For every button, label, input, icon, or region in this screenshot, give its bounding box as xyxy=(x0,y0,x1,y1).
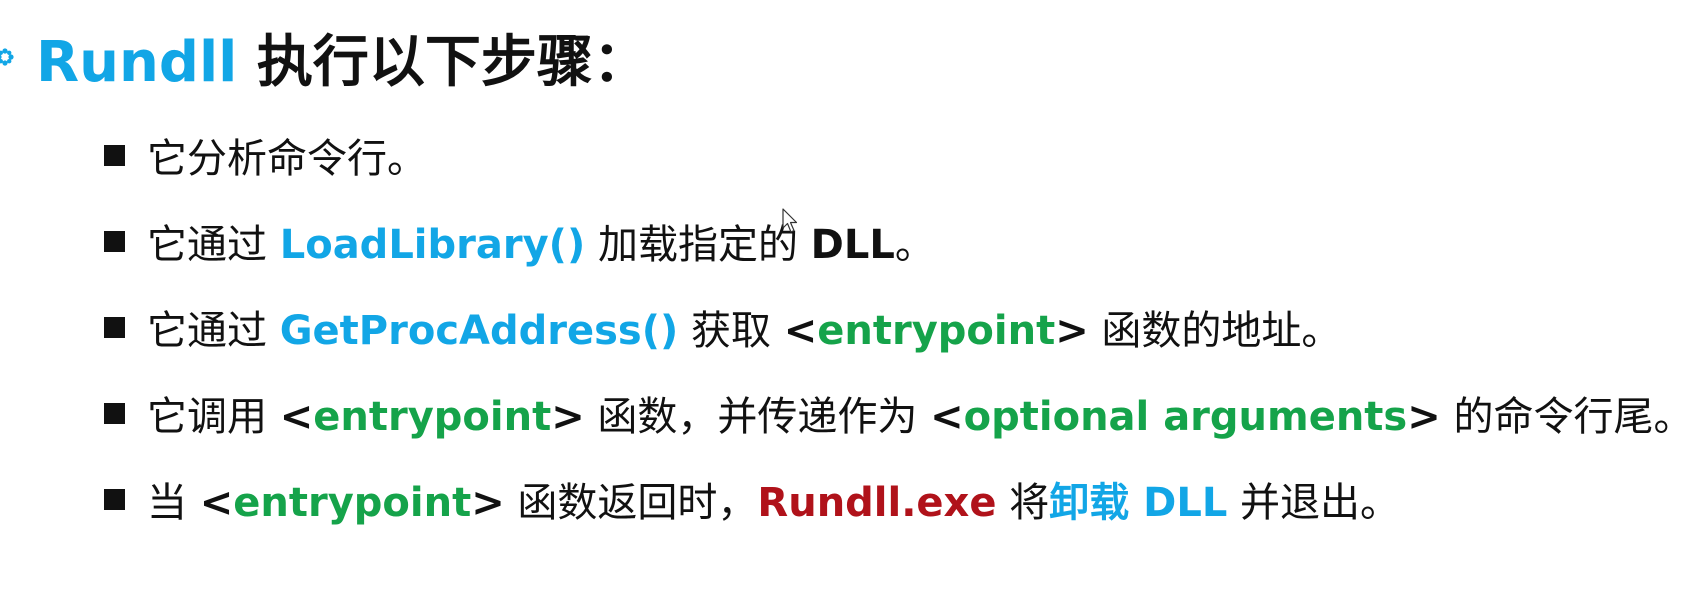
square-bullet-icon xyxy=(104,316,125,338)
step-text: 它通过 GetProcAddress() 获取 <entrypoint> 函数的… xyxy=(147,298,1341,356)
mouse-pointer-icon xyxy=(782,208,798,233)
step-text-segment: 将 xyxy=(996,480,1050,526)
step-text-segment: 加载指定的 xyxy=(585,222,811,268)
slide: Rundll 执行以下步骤： 它分析命令行。它通过 LoadLibrary() … xyxy=(0,0,1690,608)
step-list: 它分析命令行。 它通过 LoadLibrary() 加载指定的 DLL。 它通过 G… xyxy=(104,112,1690,542)
step-text-segment: < xyxy=(930,394,964,440)
step-text-segment: 它调用 xyxy=(147,394,280,440)
parameter-name: entrypoint xyxy=(313,394,552,440)
step-text: 当 <entrypoint> 函数返回时，Rundll.exe 将卸载 DLL … xyxy=(147,470,1400,528)
step-text-segment: 获取 xyxy=(678,308,784,354)
parameter-name: entrypoint xyxy=(233,480,472,526)
step-text-segment: < xyxy=(279,394,314,440)
step-text-segment: < xyxy=(783,308,818,354)
parameter-name: entrypoint xyxy=(817,308,1056,354)
step-text-segment: 并退出。 xyxy=(1227,480,1401,526)
api-function-name: 卸载 DLL xyxy=(1049,480,1228,526)
step-text-segment: 。 xyxy=(894,222,935,268)
step-text-segment: 当 xyxy=(147,480,200,526)
step-item: 它分析命令行。 xyxy=(104,112,1690,198)
step-text-segment: > xyxy=(1407,394,1441,440)
step-item: 当 <entrypoint> 函数返回时，Rundll.exe 将卸载 DLL … xyxy=(104,456,1690,542)
api-function-name: LoadLibrary() xyxy=(279,222,586,268)
step-text-segment: < xyxy=(199,480,234,526)
step-item: 它通过 GetProcAddress() 获取 <entrypoint> 函数的… xyxy=(104,284,1690,370)
step-item: 它调用 <entrypoint> 函数，并传递作为 <optional argu… xyxy=(104,370,1690,456)
step-text-segment: 函数，并传递作为 xyxy=(584,394,931,440)
step-text: 它分析命令行。 xyxy=(147,126,427,184)
square-bullet-icon xyxy=(104,402,125,424)
step-text-segment: 它通过 xyxy=(147,308,280,354)
step-text-segment: 函数返回时， xyxy=(504,480,758,526)
step-text: 它调用 <entrypoint> 函数，并传递作为 <optional argu… xyxy=(147,384,1690,442)
square-bullet-icon xyxy=(104,144,125,166)
step-text-segment: > xyxy=(471,480,505,526)
step-text-segment: > xyxy=(551,394,585,440)
api-function-name: GetProcAddress() xyxy=(279,308,679,354)
step-text-segment: 的命令行尾。 xyxy=(1440,394,1690,440)
step-text-segment: DLL xyxy=(810,222,895,268)
slide-title-row: Rundll 执行以下步骤： xyxy=(0,22,649,95)
step-text-segment: 函数的地址。 xyxy=(1088,308,1342,354)
title-text: 执行以下步骤： xyxy=(237,29,649,95)
program-name: Rundll.exe xyxy=(757,480,997,526)
title-app-name: Rundll xyxy=(36,29,238,95)
step-text-segment: > xyxy=(1055,308,1089,354)
flower-bullet-icon xyxy=(0,48,14,66)
square-bullet-icon xyxy=(104,230,125,252)
step-item: 它通过 LoadLibrary() 加载指定的 DLL。 xyxy=(104,198,1690,284)
page-title: Rundll 执行以下步骤： xyxy=(36,17,649,98)
step-text-segment: 它通过 xyxy=(147,222,280,268)
square-bullet-icon xyxy=(104,488,125,510)
parameter-name: optional arguments xyxy=(963,394,1408,440)
step-text-segment: 它分析命令行。 xyxy=(147,136,427,182)
step-text: 它通过 LoadLibrary() 加载指定的 DLL。 xyxy=(147,212,935,270)
